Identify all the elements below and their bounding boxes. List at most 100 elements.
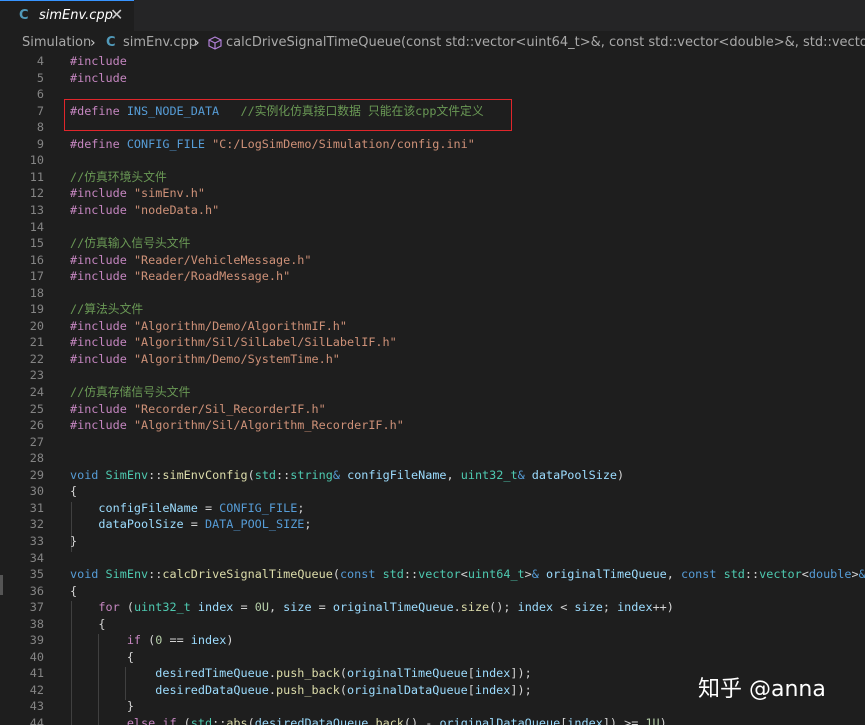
- code-token: .: [368, 716, 376, 725]
- code-line[interactable]: 37 for (uint32_t index = 0U, size = orig…: [0, 599, 865, 616]
- code-token: DATA_POOL_SIZE: [204, 517, 305, 532]
- code-line[interactable]: 25 #include "Recorder/Sil_RecorderIF.h": [0, 401, 865, 418]
- code-text: {: [70, 483, 77, 500]
- line-number: 11: [29, 169, 44, 184]
- code-line[interactable]: 24 //仿真存储信号头文件: [0, 384, 865, 401]
- code-line[interactable]: 20 #include "Algorithm/Demo/AlgorithmIF.h…: [0, 318, 865, 335]
- code-token: {: [70, 484, 78, 499]
- cpp-file-icon: C: [19, 8, 29, 23]
- code-line[interactable]: 4 #include: [0, 55, 865, 70]
- code-token: <: [460, 567, 468, 582]
- code-line[interactable]: 19 //算法头文件: [0, 301, 865, 318]
- code-text: #include "nodeData.h": [70, 202, 219, 219]
- code-token: desiredTimeQueue: [155, 666, 269, 681]
- code-line[interactable]: 31 configFileName = CONFIG_FILE;: [0, 500, 865, 517]
- tab-simenv-cpp[interactable]: C simEnv.cpp ✕: [0, 0, 134, 31]
- breadcrumb-file[interactable]: simEnv.cpp: [123, 31, 197, 55]
- code-token: configFileName: [347, 467, 447, 482]
- code-token: (: [339, 682, 348, 697]
- code-token: (: [339, 666, 348, 681]
- code-line[interactable]: 9 #define CONFIG_FILE "C:/LogSimDemo/Simu…: [0, 136, 865, 153]
- code-token: //仿真环境头文件: [70, 169, 167, 184]
- code-token: >: [524, 567, 532, 582]
- breadcrumb: Simulation › C simEnv.cpp › calcDriveSig…: [0, 31, 865, 55]
- code-text: {: [70, 583, 77, 600]
- breadcrumb-folder[interactable]: Simulation: [22, 31, 91, 55]
- code-text: #define CONFIG_FILE "C:/LogSimDemo/Simul…: [70, 136, 475, 153]
- code-line[interactable]: 38 {: [0, 616, 865, 633]
- line-number: 19: [29, 302, 44, 317]
- line-number: 20: [29, 318, 44, 333]
- code-token: push_back: [275, 666, 340, 681]
- code-token: //仿真输入信号头文件: [70, 236, 191, 251]
- code-token: //仿真存储信号头文件: [70, 385, 191, 399]
- code-line[interactable]: 18: [0, 285, 865, 302]
- code-token: #include: [70, 418, 127, 433]
- code-token: const: [339, 567, 376, 582]
- code-line[interactable]: 35 void SimEnv::calcDriveSignalTimeQueue(…: [0, 566, 865, 583]
- code-line[interactable]: 27: [0, 434, 865, 451]
- code-line[interactable]: 12 #include "simEnv.h": [0, 185, 865, 202]
- close-icon[interactable]: ✕: [110, 6, 123, 24]
- code-token: #include: [70, 70, 127, 85]
- line-number: 14: [29, 219, 44, 234]
- code-token: ::: [148, 567, 163, 582]
- code-line[interactable]: 11 //仿真环境头文件: [0, 169, 865, 186]
- code-line[interactable]: 21 #include "Algorithm/Sil/SilLabel/SilLa…: [0, 334, 865, 351]
- code-line[interactable]: 14: [0, 219, 865, 236]
- code-token: &: [858, 567, 865, 582]
- code-line[interactable]: 40 {: [0, 649, 865, 666]
- line-number: 4: [36, 55, 44, 68]
- code-token: void: [70, 467, 99, 482]
- code-line[interactable]: 16 #include "Reader/VehicleMessage.h": [0, 252, 865, 269]
- code-line[interactable]: 26 #include "Algorithm/Sil/Algorithm_Reco…: [0, 417, 865, 434]
- code-token: }: [70, 533, 78, 548]
- code-token: std: [382, 567, 404, 582]
- code-line[interactable]: 5 #include: [0, 70, 865, 87]
- code-line[interactable]: 17 #include "Reader/RoadMessage.h": [0, 268, 865, 285]
- code-line[interactable]: 23: [0, 367, 865, 384]
- code-line[interactable]: 33}: [0, 533, 865, 550]
- line-number: 17: [29, 269, 44, 284]
- code-text: #include "Recorder/Sil_RecorderIF.h": [70, 401, 326, 418]
- code-token: ]) >=: [602, 716, 646, 725]
- code-token: simEnvConfig: [162, 467, 248, 482]
- code-token: <: [553, 600, 575, 615]
- method-cube-icon: [208, 31, 222, 55]
- code-line[interactable]: 39 if (0 == index): [0, 632, 865, 649]
- code-token: #include: [70, 55, 127, 68]
- code-line[interactable]: 30 {: [0, 483, 865, 500]
- code-token: const: [680, 567, 717, 582]
- code-line[interactable]: 36 {: [0, 583, 865, 600]
- code-token: vector: [418, 567, 461, 582]
- line-number: 29: [29, 467, 44, 482]
- code-token: configFileName: [98, 500, 198, 515]
- code-editor[interactable]: 4 #include 5 #include 6 7 #define INS_NODE_D…: [0, 55, 865, 725]
- code-line[interactable]: 44 else if (std::abs(desiredDataQueue.ba…: [0, 715, 865, 725]
- code-token: originalDataQueue: [439, 716, 561, 725]
- line-number: 38: [29, 616, 44, 631]
- code-line[interactable]: 28: [0, 450, 865, 467]
- line-number: 9: [36, 136, 44, 151]
- code-line[interactable]: 10: [0, 152, 865, 169]
- code-line[interactable]: 22 #include "Algorithm/Demo/SystemTime.h": [0, 351, 865, 368]
- code-token: ++): [652, 600, 674, 615]
- code-token: "Algorithm/Sil/SilLabel/SilLabelIF.h": [133, 335, 397, 350]
- code-token: ==: [162, 633, 191, 648]
- code-line[interactable]: 13 #include "nodeData.h": [0, 202, 865, 219]
- code-line[interactable]: 32 dataPoolSize = DATA_POOL_SIZE;: [0, 516, 865, 533]
- code-line[interactable]: 34: [0, 550, 865, 567]
- breadcrumb-symbol[interactable]: calcDriveSignalTimeQueue(const std::vect…: [226, 31, 865, 55]
- code-token: "Reader/RoadMessage.h": [133, 269, 291, 284]
- code-token: ::: [403, 567, 419, 582]
- code-token: back: [375, 716, 404, 725]
- code-line[interactable]: 15 //仿真输入信号头文件: [0, 235, 865, 252]
- code-token: index: [517, 600, 554, 615]
- code-line[interactable]: 29 void SimEnv::simEnvConfig(std::string&…: [0, 467, 865, 484]
